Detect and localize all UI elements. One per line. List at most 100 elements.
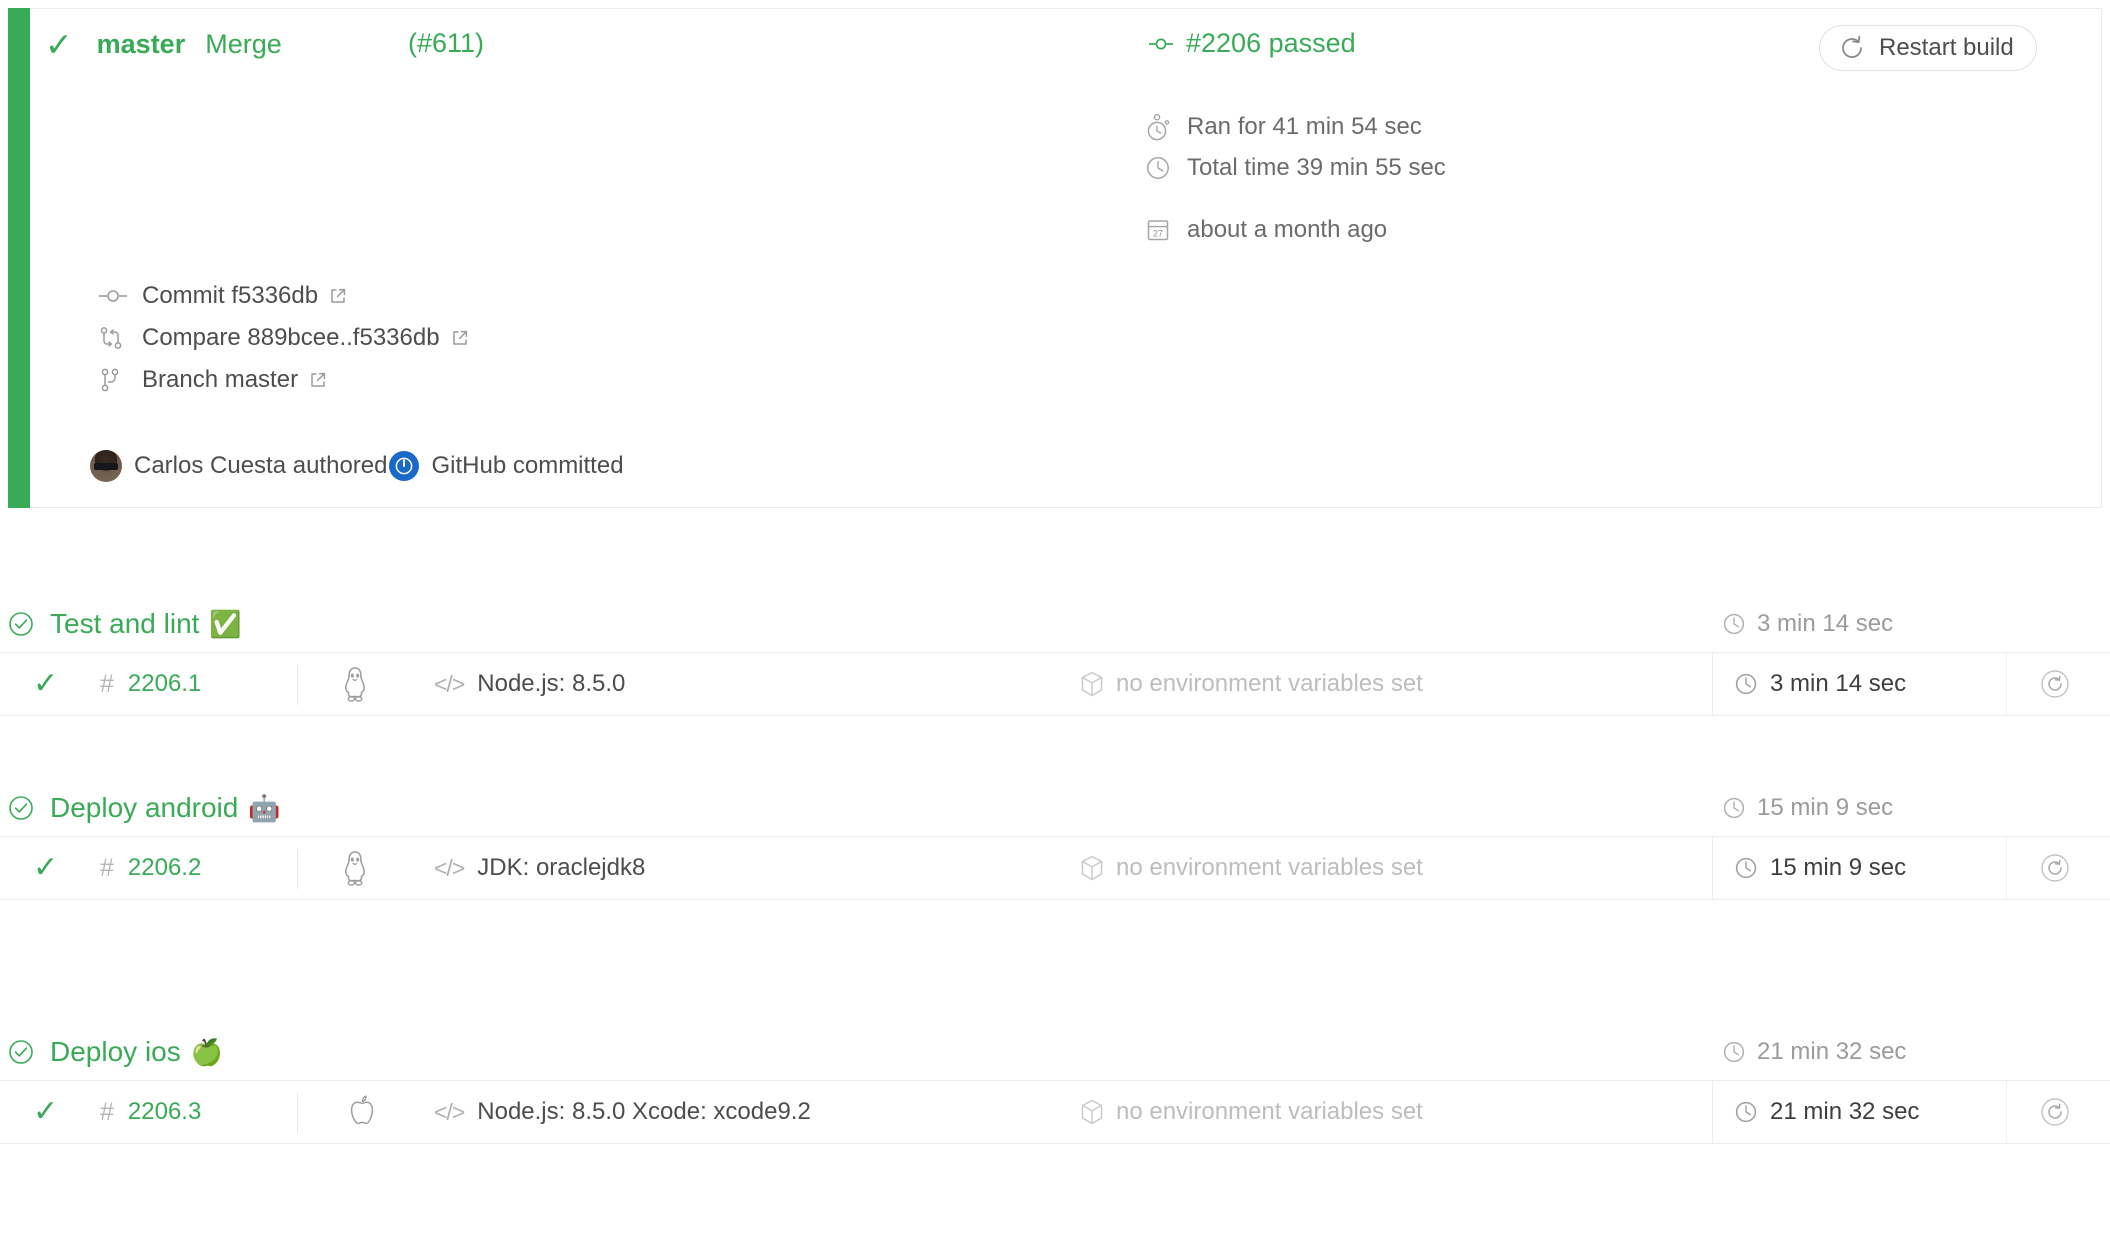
job-number-label: 2206.3 bbox=[127, 1098, 202, 1125]
job-row[interactable]: ✓ # 2206.3 </> Node.js: 8.5.0 Xcode: xco… bbox=[0, 1080, 2110, 1144]
job-number[interactable]: # 2206.2 bbox=[100, 854, 201, 883]
build-ran-for: Ran for 41 min 54 sec bbox=[1145, 112, 1446, 142]
job-env: no environment variables set bbox=[1080, 1098, 1423, 1126]
check-circle-icon bbox=[8, 795, 34, 821]
svg-text:27: 27 bbox=[1153, 228, 1163, 238]
job-divider bbox=[297, 665, 298, 705]
job-env-label: no environment variables set bbox=[1116, 854, 1423, 881]
job-env: no environment variables set bbox=[1080, 670, 1423, 698]
job-group-title: Deploy ios bbox=[50, 1036, 181, 1067]
commit-icon bbox=[1148, 34, 1174, 54]
build-status-bar bbox=[8, 8, 30, 508]
commit-icon bbox=[98, 286, 132, 306]
clock-icon bbox=[1722, 796, 1746, 820]
build-commit-links: Commit f5336db Compare 889bcee..f5336db bbox=[98, 282, 469, 408]
job-group-duration: 21 min 32 sec bbox=[1722, 1038, 1906, 1066]
job-config: </> JDK: oraclejdk8 bbox=[434, 854, 645, 882]
job-config-label: Node.js: 8.5.0 Xcode: xcode9.2 bbox=[477, 1098, 811, 1125]
commit-link[interactable]: Commit f5336db bbox=[98, 282, 469, 310]
commit-author-row: Carlos Cuesta authored GitHub committed bbox=[90, 450, 624, 482]
build-branch-name[interactable]: master bbox=[97, 29, 186, 60]
job-divider bbox=[297, 849, 298, 889]
build-summary-card bbox=[8, 8, 2102, 508]
hash-icon: # bbox=[100, 669, 114, 698]
apple-icon bbox=[348, 1094, 376, 1130]
cube-icon bbox=[1080, 854, 1104, 882]
job-group-emoji: 🍏 bbox=[190, 1037, 224, 1067]
job-group-header[interactable]: Deploy ios 🍏 21 min 32 sec bbox=[0, 1024, 2110, 1080]
code-icon: </> bbox=[434, 670, 465, 697]
build-meta-list: Ran for 41 min 54 sec Total time 39 min … bbox=[1145, 112, 1446, 256]
compare-link[interactable]: Compare 889bcee..f5336db bbox=[98, 324, 469, 352]
linux-penguin-icon bbox=[340, 665, 370, 703]
restart-circle-icon[interactable] bbox=[2038, 1095, 2072, 1129]
job-duration-label: 15 min 9 sec bbox=[1770, 854, 1907, 881]
stopwatch-icon bbox=[1145, 112, 1175, 142]
branch-link-label: Branch master bbox=[142, 366, 299, 393]
clock-icon bbox=[1734, 1100, 1758, 1124]
external-link-icon bbox=[329, 287, 347, 305]
job-group-duration-label: 3 min 14 sec bbox=[1757, 610, 1894, 637]
clock-icon bbox=[1722, 1040, 1746, 1064]
job-duration: 3 min 14 sec bbox=[1734, 670, 1906, 698]
job-group-duration: 15 min 9 sec bbox=[1722, 794, 1893, 822]
compare-link-label: Compare 889bcee..f5336db bbox=[142, 324, 440, 351]
job-number-label: 2206.2 bbox=[127, 854, 202, 881]
build-header: ✓ master Merge (#611) bbox=[45, 28, 484, 61]
job-row[interactable]: ✓ # 2206.1 </> Node.js: 8.5.0 no environ… bbox=[0, 652, 2110, 716]
cube-icon bbox=[1080, 670, 1104, 698]
avatar bbox=[90, 450, 122, 482]
clock-icon bbox=[1145, 155, 1175, 181]
job-duration-label: 3 min 14 sec bbox=[1770, 670, 1907, 697]
clock-icon bbox=[1722, 612, 1746, 636]
build-pull-request[interactable]: (#611) bbox=[408, 28, 484, 59]
branch-link[interactable]: Branch master bbox=[98, 366, 469, 394]
branch-icon bbox=[98, 367, 132, 393]
job-row[interactable]: ✓ # 2206.2 </> JDK: oraclejdk8 no enviro… bbox=[0, 836, 2110, 900]
cube-icon bbox=[1080, 1098, 1104, 1126]
restart-circle-icon[interactable] bbox=[2038, 667, 2072, 701]
clock-icon bbox=[1734, 672, 1758, 696]
build-commit-subject[interactable]: Merge bbox=[205, 29, 282, 60]
build-number-status[interactable]: #2206 passed bbox=[1148, 28, 1356, 59]
job-config-label: Node.js: 8.5.0 bbox=[477, 670, 626, 697]
job-number[interactable]: # 2206.1 bbox=[100, 670, 201, 699]
check-icon: ✓ bbox=[33, 1095, 59, 1128]
job-group-test-and-lint: Test and lint ✅ 3 min 14 sec ✓ # 2206.1 bbox=[0, 596, 2110, 716]
job-env-label: no environment variables set bbox=[1116, 670, 1423, 697]
job-duration-divider bbox=[1712, 1081, 1713, 1144]
restart-build-button[interactable]: Restart build bbox=[1819, 25, 2037, 71]
build-ran-for-label: Ran for 41 min 54 sec bbox=[1187, 113, 1422, 140]
committer-label: GitHub committed bbox=[431, 452, 624, 479]
build-finished-at-label: about a month ago bbox=[1187, 216, 1388, 243]
job-group-emoji: 🤖 bbox=[248, 793, 281, 823]
calendar-icon: 27 bbox=[1145, 217, 1175, 243]
commit-link-label: Commit f5336db bbox=[142, 282, 319, 309]
compare-icon bbox=[98, 325, 132, 351]
author-label: Carlos Cuesta authored bbox=[134, 452, 388, 479]
restart-icon bbox=[1838, 34, 1866, 62]
job-duration: 15 min 9 sec bbox=[1734, 854, 1906, 882]
check-icon: ✓ bbox=[33, 851, 59, 884]
external-link-icon bbox=[451, 329, 469, 347]
restart-circle-icon[interactable] bbox=[2038, 851, 2072, 885]
job-number[interactable]: # 2206.3 bbox=[100, 1098, 201, 1127]
job-group-deploy-android: Deploy android 🤖 15 min 9 sec ✓ # 2206.2 bbox=[0, 780, 2110, 900]
build-total-time-label: Total time 39 min 55 sec bbox=[1187, 154, 1446, 181]
job-duration-divider bbox=[1712, 653, 1713, 716]
check-circle-icon bbox=[8, 1039, 34, 1065]
build-total-time: Total time 39 min 55 sec bbox=[1145, 154, 1446, 182]
job-group-title: Deploy android bbox=[50, 792, 239, 823]
job-group-header[interactable]: Deploy android 🤖 15 min 9 sec bbox=[0, 780, 2110, 836]
hash-icon: # bbox=[100, 853, 114, 882]
job-config: </> Node.js: 8.5.0 Xcode: xcode9.2 bbox=[434, 1098, 811, 1126]
job-divider bbox=[297, 1093, 298, 1133]
job-group-header[interactable]: Test and lint ✅ 3 min 14 sec bbox=[0, 596, 2110, 652]
linux-penguin-icon bbox=[340, 849, 370, 887]
job-config-label: JDK: oraclejdk8 bbox=[477, 854, 646, 881]
job-duration-divider bbox=[1712, 837, 1713, 900]
clock-icon bbox=[1734, 856, 1758, 880]
code-icon: </> bbox=[434, 1098, 465, 1125]
check-circle-icon bbox=[8, 611, 34, 637]
job-group-duration: 3 min 14 sec bbox=[1722, 610, 1893, 638]
